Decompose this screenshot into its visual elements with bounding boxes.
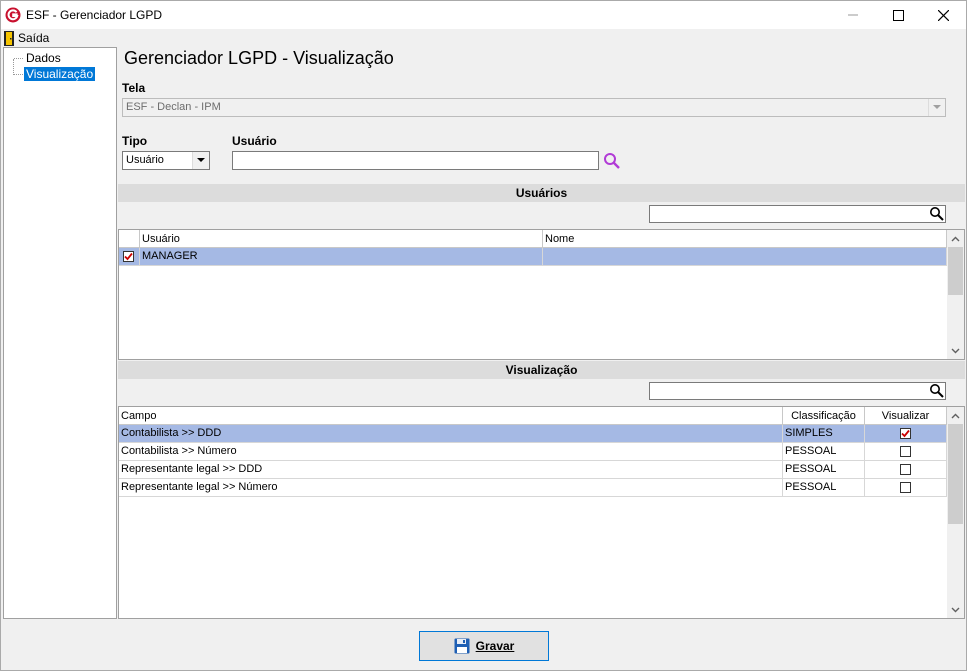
chevron-up-icon (951, 236, 960, 241)
row-check-cell (119, 248, 140, 266)
menu-bar: Saída (1, 29, 966, 47)
tipo-select[interactable]: Usuário (122, 151, 210, 170)
column-header-visualizar[interactable]: Visualizar (865, 407, 947, 425)
save-button[interactable]: Gravar (419, 631, 549, 661)
exit-menu-item[interactable]: Saída (4, 30, 49, 46)
cell-campo: Contabilista >> DDD (119, 425, 783, 443)
save-button-label: Gravar (475, 639, 515, 653)
tree-connector (14, 58, 23, 59)
users-filter-input[interactable] (649, 205, 946, 223)
scroll-down-arrow[interactable] (947, 342, 964, 359)
search-icon[interactable] (929, 206, 945, 222)
fields-table-header: Campo Classificação Visualizar (119, 407, 947, 425)
row-checkbox[interactable] (123, 251, 134, 262)
tree-item-visualizacao[interactable]: Visualização (24, 67, 96, 81)
table-row[interactable]: Representante legal >> Número PESSOAL (119, 479, 947, 497)
users-table-scrollbar[interactable] (947, 230, 964, 359)
cell-campo: Representante legal >> Número (119, 479, 783, 497)
usuario-input[interactable] (232, 151, 599, 170)
cell-visualizar (865, 425, 947, 443)
tipo-label: Tipo (122, 134, 148, 148)
floppy-disk-icon (454, 638, 470, 654)
navigation-tree: Dados Visualização (3, 47, 117, 619)
table-row[interactable]: MANAGER (119, 248, 947, 266)
column-header-classificacao[interactable]: Classificação (783, 407, 865, 425)
scroll-up-arrow[interactable] (947, 407, 964, 424)
scroll-thumb[interactable] (948, 424, 963, 524)
title-bar: ESF - Gerenciador LGPD (1, 1, 966, 29)
visualizar-checkbox[interactable] (900, 428, 911, 439)
chevron-up-icon (951, 413, 960, 418)
table-row[interactable]: Representante legal >> DDD PESSOAL (119, 461, 947, 479)
close-button[interactable] (920, 1, 966, 29)
tree-item-dados[interactable]: Dados (24, 51, 63, 65)
tela-dropdown-arrow (928, 99, 945, 116)
app-logo-icon (5, 7, 21, 23)
door-exit-icon (4, 30, 14, 46)
view-filter-input[interactable] (649, 382, 946, 400)
tree-connector (13, 59, 14, 75)
maximize-icon (892, 9, 904, 21)
cell-visualizar (865, 461, 947, 479)
cell-visualizar (865, 479, 947, 497)
chevron-down-icon (197, 158, 205, 162)
cell-classificacao: PESSOAL (783, 443, 865, 461)
column-header-usuario[interactable]: Usuário (140, 230, 543, 248)
scroll-down-arrow[interactable] (947, 601, 964, 618)
main-window: ESF - Gerenciador LGPD Saída Dados Visua… (0, 0, 967, 671)
chevron-down-icon (951, 348, 960, 353)
fields-table: Campo Classificação Visualizar Contabili… (118, 406, 965, 619)
tipo-select-value: Usuário (126, 154, 164, 166)
cell-classificacao: PESSOAL (783, 479, 865, 497)
users-table-header: Usuário Nome (119, 230, 947, 248)
window-title: ESF - Gerenciador LGPD (26, 8, 163, 22)
visualizar-checkbox[interactable] (900, 482, 911, 493)
cell-classificacao: PESSOAL (783, 461, 865, 479)
tela-select: ESF - Declan - IPM (122, 98, 946, 117)
tela-label: Tela (122, 81, 146, 95)
table-row[interactable]: Contabilista >> DDD SIMPLES (119, 425, 947, 443)
close-icon (937, 9, 949, 21)
cell-classificacao: SIMPLES (783, 425, 865, 443)
users-table: Usuário Nome MANAGER (118, 229, 965, 360)
search-icon[interactable] (929, 383, 945, 399)
column-header-campo[interactable]: Campo (119, 407, 783, 425)
maximize-button[interactable] (875, 1, 921, 29)
cell-nome (543, 248, 947, 266)
chevron-down-icon (933, 105, 941, 109)
exit-menu-label: Saída (18, 31, 50, 45)
fields-table-scrollbar[interactable] (947, 407, 964, 618)
chevron-down-icon (951, 607, 960, 612)
users-section-header: Usuários (118, 184, 965, 202)
table-row[interactable]: Contabilista >> Número PESSOAL (119, 443, 947, 461)
view-section-header: Visualização (118, 361, 965, 379)
cell-campo: Representante legal >> DDD (119, 461, 783, 479)
search-icon[interactable] (603, 152, 621, 170)
checkmark-icon (124, 252, 133, 261)
scroll-up-arrow[interactable] (947, 230, 964, 247)
usuario-label: Usuário (232, 134, 277, 148)
cell-visualizar (865, 443, 947, 461)
column-header-nome[interactable]: Nome (543, 230, 947, 248)
column-header-check (119, 230, 140, 248)
scroll-thumb[interactable] (948, 247, 963, 295)
tipo-dropdown-arrow[interactable] (192, 152, 209, 169)
checkmark-icon (901, 429, 910, 438)
page-title: Gerenciador LGPD - Visualização (124, 48, 394, 68)
minimize-icon (848, 14, 858, 16)
cell-campo: Contabilista >> Número (119, 443, 783, 461)
visualizar-checkbox[interactable] (900, 464, 911, 475)
minimize-button[interactable] (830, 1, 876, 29)
tree-connector (14, 74, 23, 75)
cell-usuario: MANAGER (140, 248, 543, 266)
tela-select-value: ESF - Declan - IPM (126, 101, 221, 113)
visualizar-checkbox[interactable] (900, 446, 911, 457)
